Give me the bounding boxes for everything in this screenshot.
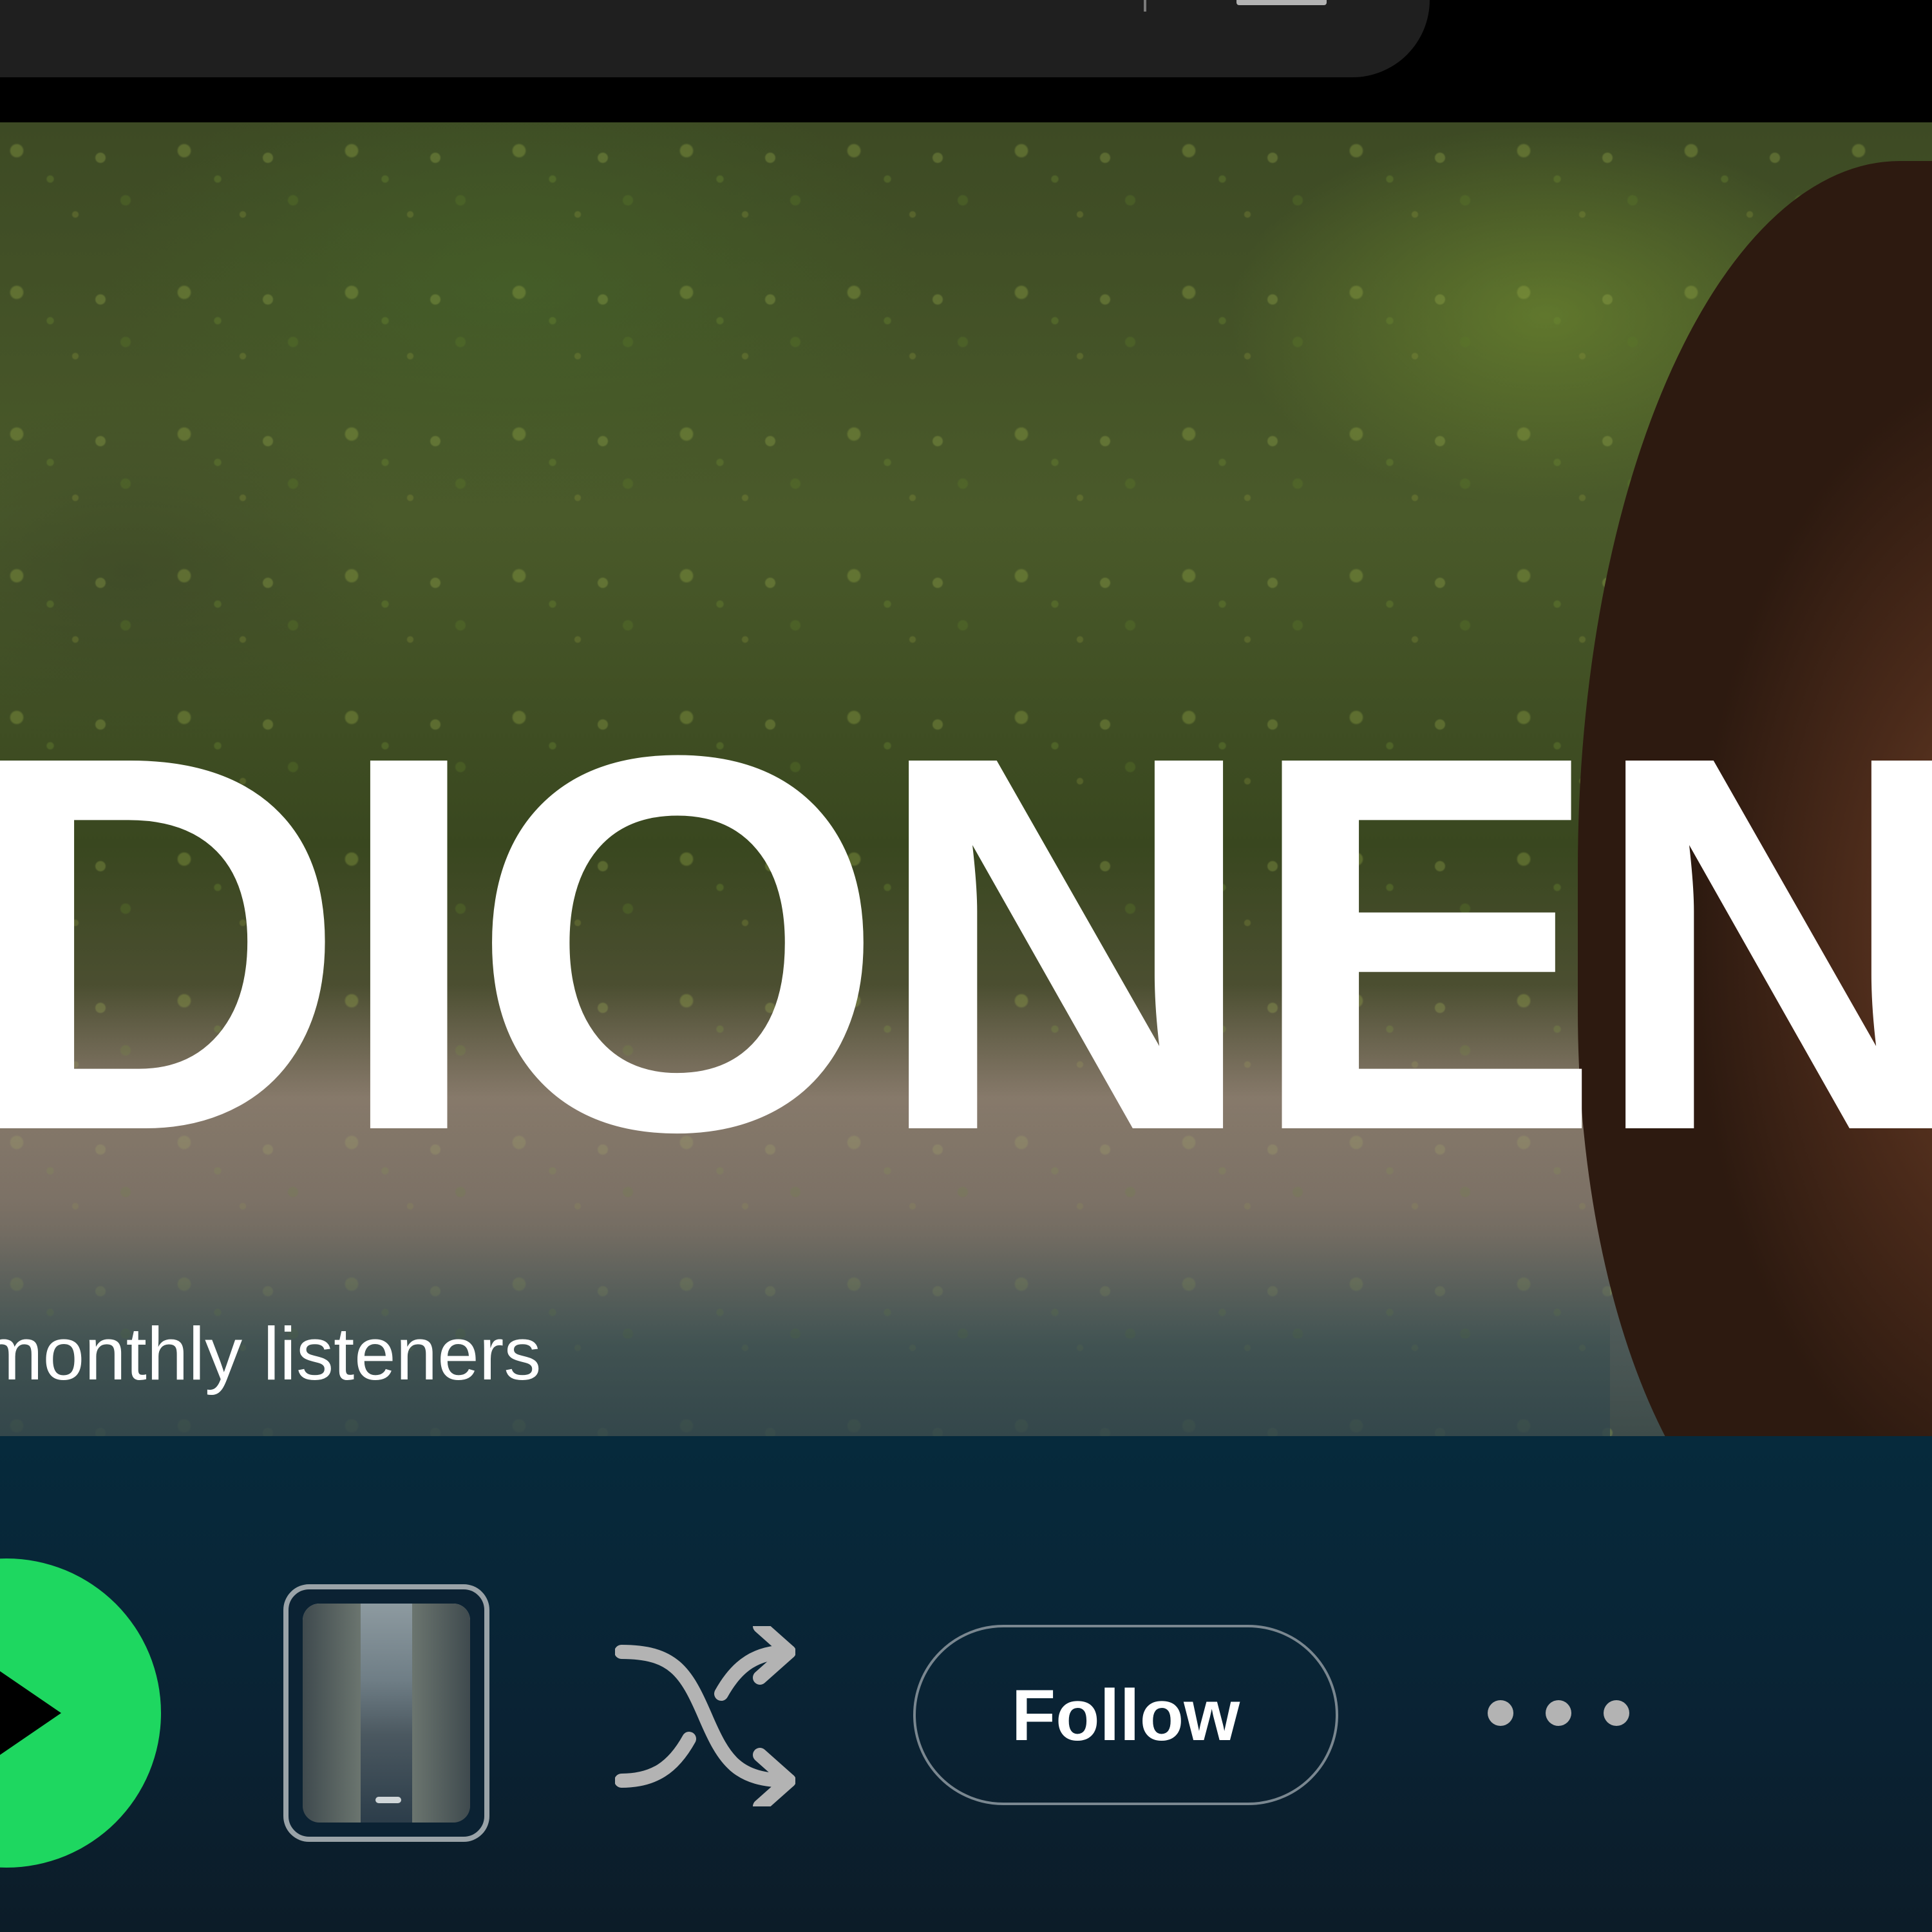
follow-button[interactable]: Follow — [913, 1625, 1338, 1805]
artist-name: DIONENG — [0, 645, 1932, 1242]
more-dot — [1546, 1700, 1571, 1726]
thumbnail-building-left — [303, 1604, 361, 1823]
action-bar: Follow — [0, 1436, 1932, 1932]
top-bar — [0, 0, 1932, 122]
play-button[interactable] — [0, 1558, 161, 1868]
shuffle-button[interactable] — [614, 1619, 796, 1814]
more-dot — [1488, 1700, 1513, 1726]
artist-page: DIONENG monthly listeners Foll — [0, 0, 1932, 1932]
more-options-button[interactable] — [1475, 1674, 1642, 1752]
monthly-listeners: monthly listeners — [0, 1312, 542, 1396]
more-dot — [1604, 1700, 1629, 1726]
video-preview-thumbnail[interactable] — [283, 1584, 489, 1842]
artist-hero-banner: DIONENG monthly listeners — [0, 122, 1932, 1436]
shuffle-icon — [614, 1619, 796, 1814]
search-divider — [1144, 0, 1146, 12]
thumbnail-building-right — [412, 1604, 470, 1823]
browse-icon[interactable] — [1236, 0, 1327, 5]
play-icon — [0, 1671, 61, 1755]
search-bar[interactable] — [0, 0, 1430, 77]
thumbnail-indicator — [375, 1797, 401, 1803]
